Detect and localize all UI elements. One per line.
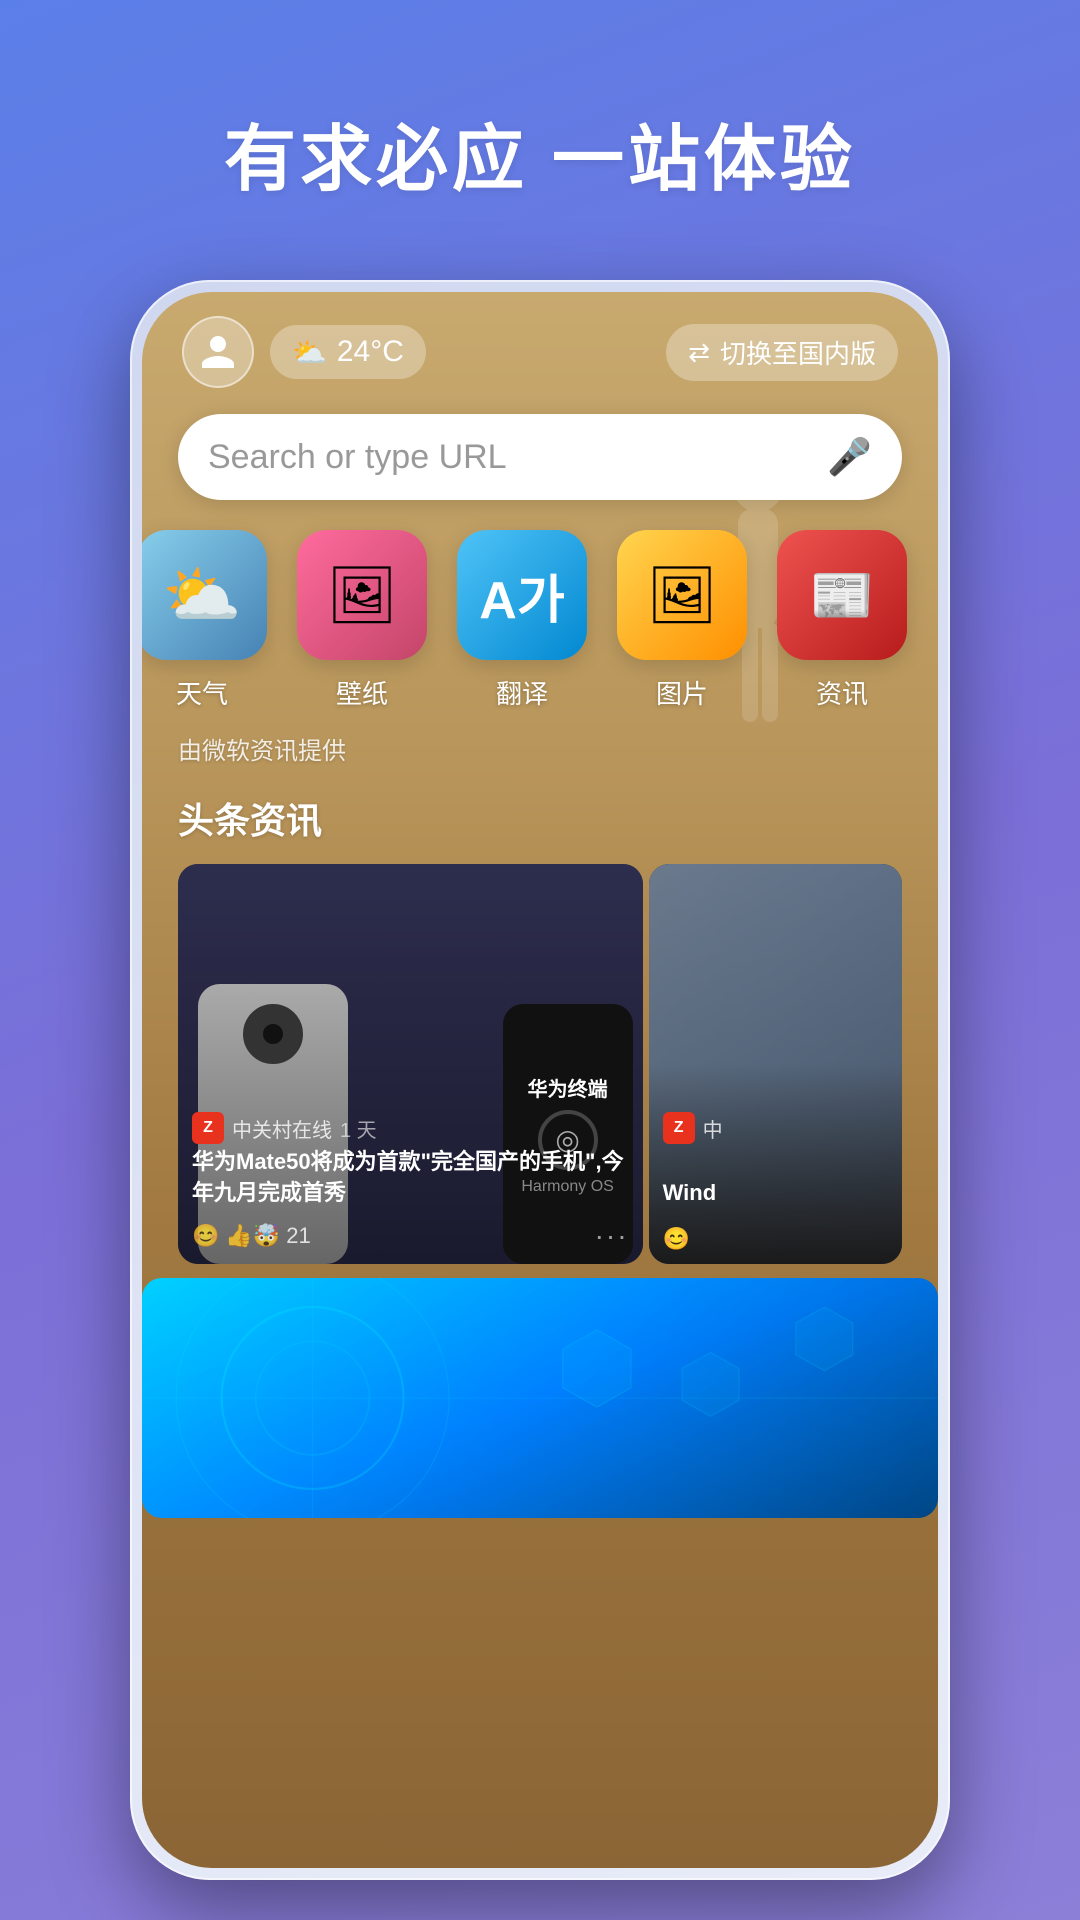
app-item-photos[interactable]: 🖼 图片: [602, 530, 762, 711]
emoji-reaction-icon[interactable]: 😊: [192, 1223, 219, 1249]
weather-icon: ⛅: [292, 336, 327, 369]
wallpaper-app-icon: 🖼: [326, 562, 397, 628]
avatar-button[interactable]: [182, 316, 254, 388]
temperature: 24°C: [337, 335, 404, 369]
reaction-emojis: 👍🤯 21: [225, 1223, 310, 1249]
page-title: 有求必应 一站体验: [0, 0, 1080, 205]
source-logo: Z: [192, 1112, 224, 1144]
news-text-main: 华为Mate50将成为首款"完全国产的手机",今年九月完成首秀: [192, 1147, 629, 1209]
weather-app-icon-box: ⛅: [142, 530, 267, 660]
status-bar: ⛅ 24°C ⇄ 切换至国内版: [142, 292, 938, 404]
app-item-wallpaper[interactable]: 🖼 壁纸: [282, 530, 442, 711]
news-card-main[interactable]: 华为终端 ◎ Harmony OS Z 中关村在线 1 天 华为Mate50将成…: [178, 864, 643, 1264]
wallpaper-app-icon-box: 🖼: [297, 530, 427, 660]
phone-screen: ⛅ 24°C ⇄ 切换至国内版 Search or type URL 🎤: [142, 292, 938, 1868]
source-logo-2: Z: [663, 1112, 695, 1144]
more-options-icon[interactable]: ···: [595, 1220, 629, 1252]
weather-app-label: 天气: [176, 674, 228, 711]
news-card-secondary[interactable]: Z 中 Wind 😊: [649, 864, 902, 1264]
switch-button[interactable]: ⇄ 切换至国内版: [666, 324, 898, 381]
news-card-footer: 😊 👍🤯 21 ···: [192, 1220, 629, 1252]
app-item-translate[interactable]: A가 翻译: [442, 530, 602, 711]
phone-wrapper: ⛅ 24°C ⇄ 切换至国内版 Search or type URL 🎤: [130, 280, 950, 1880]
weather-app-icon: ⛅: [162, 558, 242, 633]
emoji-reaction-icon-2[interactable]: 😊: [663, 1226, 690, 1252]
news-source-2: 中: [703, 1114, 723, 1143]
translate-app-icon-box: A가: [457, 530, 587, 660]
user-icon: [198, 332, 238, 372]
news-app-label: 资讯: [816, 674, 868, 711]
translate-app-label: 翻译: [496, 674, 548, 711]
wallpaper-app-label: 壁纸: [336, 674, 388, 711]
app-item-weather[interactable]: ⛅ 天气: [142, 530, 282, 711]
news-text-secondary: Wind: [663, 1178, 888, 1209]
news-grid: 华为终端 ◎ Harmony OS Z 中关村在线 1 天 华为Mate50将成…: [142, 864, 938, 1264]
weather-pill[interactable]: ⛅ 24°C: [270, 325, 426, 379]
huawei-terminal-label: 华为终端: [528, 1073, 608, 1102]
status-left: ⛅ 24°C: [182, 316, 426, 388]
photos-app-icon: 🖼: [646, 562, 717, 628]
news-app-icon-box: 📰: [777, 530, 907, 660]
phone-frame: ⛅ 24°C ⇄ 切换至国内版 Search or type URL 🎤: [130, 280, 950, 1880]
switch-label: 切换至国内版: [720, 334, 876, 371]
news-app-icon: 📰: [810, 565, 875, 626]
switch-arrow-icon: ⇄: [688, 337, 710, 368]
news-time: 1 天: [340, 1114, 377, 1143]
quick-apps-row: ⛅ 天气 🖼 壁纸 A가 翻译: [142, 520, 938, 731]
search-placeholder: Search or type URL: [208, 438, 507, 477]
photos-app-icon-box: 🖼: [617, 530, 747, 660]
app-item-news[interactable]: 📰 资讯: [762, 530, 922, 711]
news-source: 中关村在线: [232, 1114, 332, 1143]
news-row-tech[interactable]: [142, 1278, 938, 1518]
photos-app-label: 图片: [656, 674, 708, 711]
translate-app-icon: A가: [479, 558, 564, 633]
